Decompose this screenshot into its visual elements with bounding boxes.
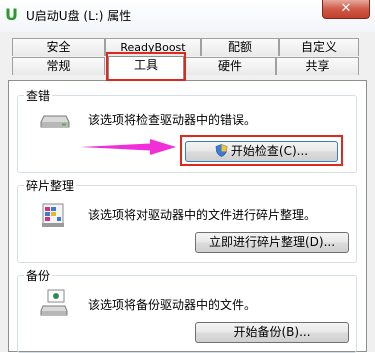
- defragmentation-group: 碎片整理 该选项将对驱动器中的文件进行碎片整理。 立即进行碎片整理(D)...: [17, 177, 357, 263]
- tab-sharing[interactable]: 共享: [276, 57, 359, 75]
- error-checking-description: 该选项将检查驱动器中的错误。: [88, 113, 257, 127]
- tab-tools-highlight: [106, 52, 186, 81]
- backup-description: 该选项将备份驱动器中的文件。: [88, 298, 257, 312]
- tab-customize[interactable]: 自定义: [279, 38, 359, 56]
- window-title: U启动U盘 (L:) 属性: [26, 9, 132, 23]
- defragmentation-title: 碎片整理: [24, 177, 77, 194]
- defragment-icon: [42, 203, 64, 227]
- start-check-highlight: [180, 135, 343, 166]
- title-bar: U U启动U盘 (L:) 属性 ✕: [0, 0, 375, 32]
- tab-hardware[interactable]: 硬件: [184, 57, 276, 75]
- tab-general[interactable]: 常规: [12, 57, 105, 75]
- defragment-now-button[interactable]: 立即进行碎片整理(D)...: [195, 232, 349, 253]
- pointer-arrow-icon: [80, 139, 176, 155]
- usb-drive-icon: U: [5, 5, 18, 24]
- hard-drive-icon: [40, 115, 70, 128]
- start-backup-button[interactable]: 开始备份(B)...: [195, 322, 349, 343]
- backup-group: 备份 该选项将备份驱动器中的文件。 开始备份(B)...: [17, 267, 357, 353]
- tab-quota[interactable]: 配额: [201, 38, 279, 56]
- tools-panel: 查错 该选项将检查驱动器中的错误。 碎片整理 该选项将对驱动器中的文件进行碎片整…: [8, 80, 367, 353]
- backup-title: 备份: [24, 267, 53, 284]
- defragmentation-description: 该选项将对驱动器中的文件进行碎片整理。: [88, 208, 317, 222]
- error-checking-title: 查错: [24, 87, 53, 104]
- close-button[interactable]: ✕: [322, 0, 370, 19]
- backup-icon: [40, 289, 68, 316]
- tab-security[interactable]: 安全: [12, 38, 105, 56]
